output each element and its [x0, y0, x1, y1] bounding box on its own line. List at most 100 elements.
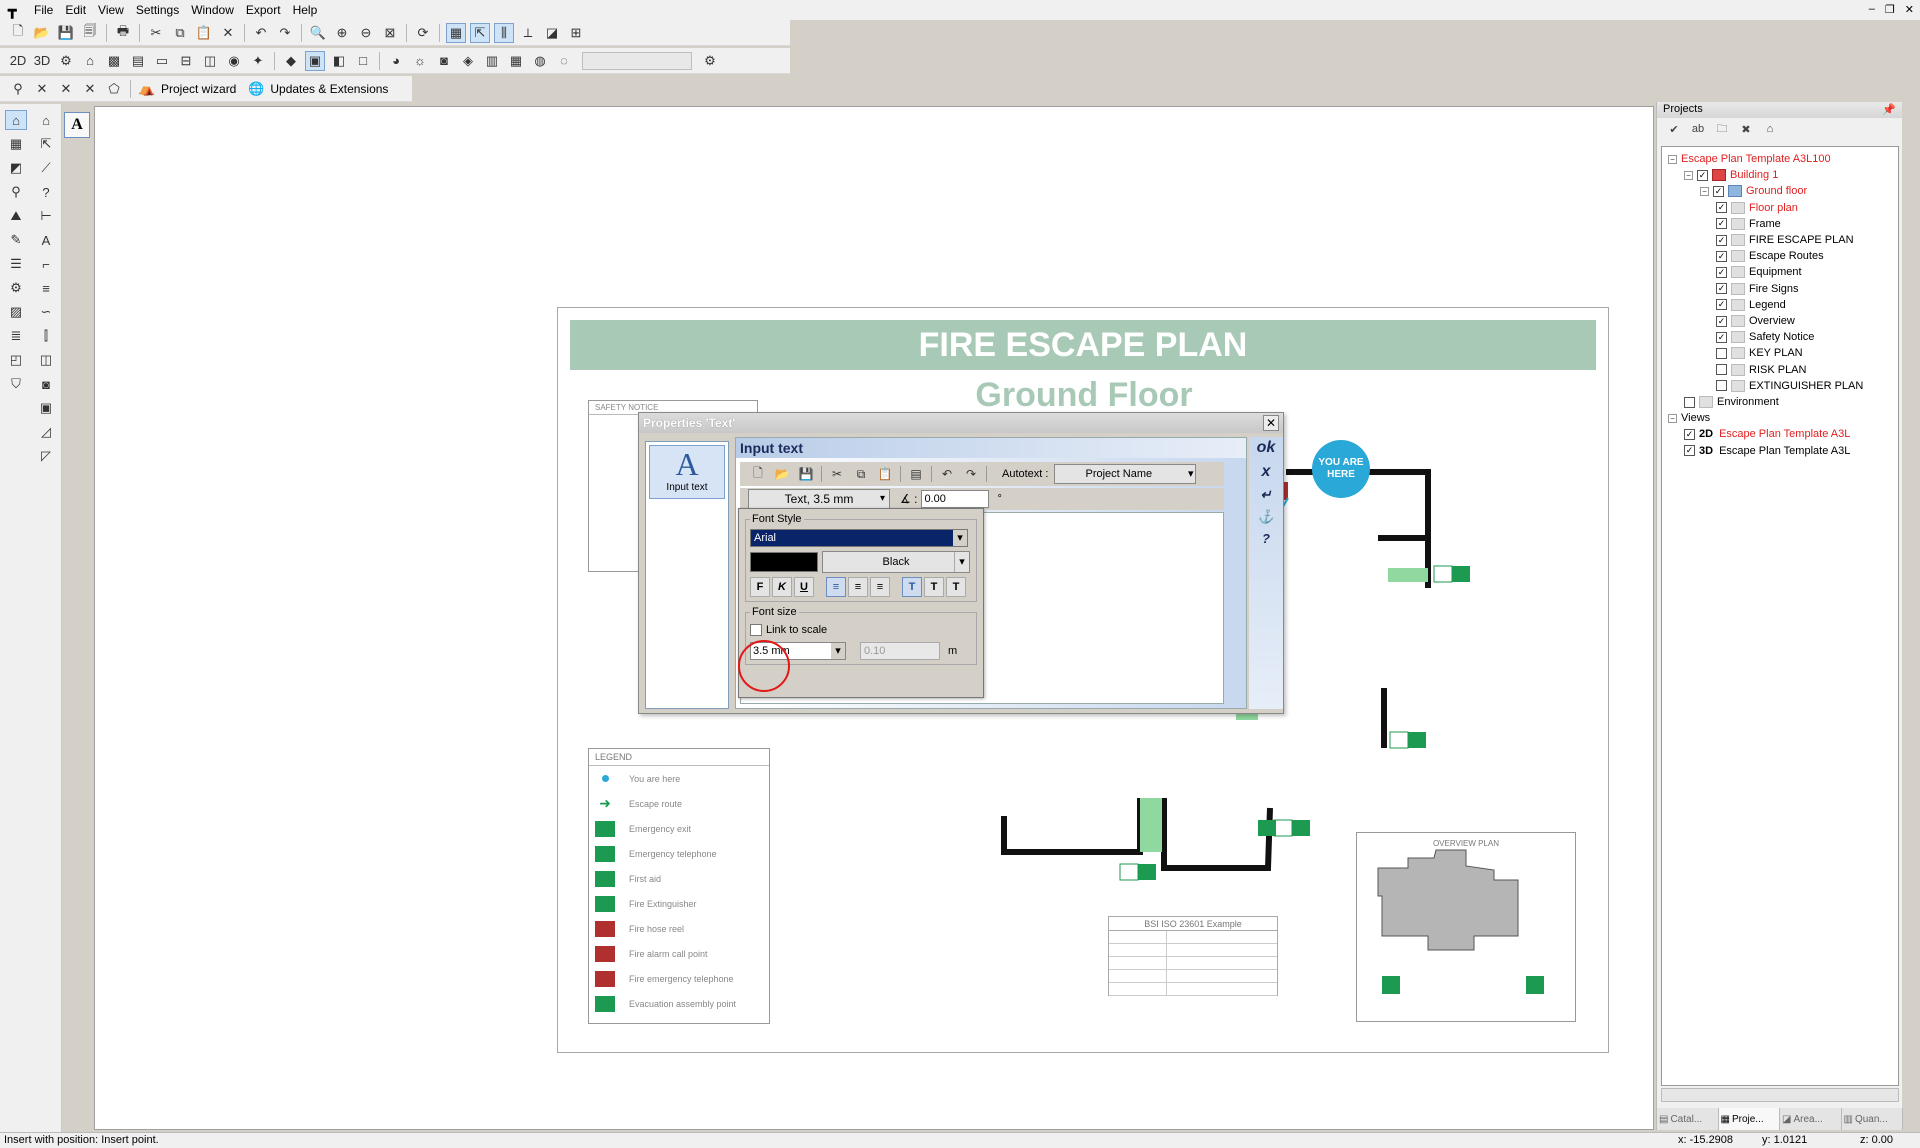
- gear-icon[interactable]: ⚙: [5, 278, 27, 298]
- terrain-icon[interactable]: ⛰: [5, 206, 27, 226]
- building-plan-icon[interactable]: ⌂: [35, 110, 57, 130]
- visibility-checkbox[interactable]: ✓: [1684, 445, 1695, 457]
- paste-text-icon[interactable]: 📋: [875, 465, 895, 483]
- snap-icon[interactable]: ⇱: [470, 22, 490, 43]
- project-wizard-button[interactable]: Project wizard: [161, 82, 236, 96]
- line-cross2-icon[interactable]: ✕: [56, 79, 76, 99]
- section-icon[interactable]: ▥: [482, 51, 502, 71]
- legend-box[interactable]: LEGEND You are here ➜ Escape route Emergenc…: [588, 748, 770, 1024]
- sun-icon[interactable]: ◌: [554, 51, 574, 71]
- object-icon[interactable]: ◙: [35, 374, 57, 394]
- menu-export[interactable]: Export: [240, 3, 287, 17]
- menu-view[interactable]: View: [92, 3, 130, 17]
- pipe-icon[interactable]: ⚲: [5, 182, 27, 202]
- tab-projects[interactable]: ▦ Proje...: [1718, 1108, 1780, 1130]
- stack-icon[interactable]: ≣: [5, 326, 27, 346]
- close-icon[interactable]: ✕: [1905, 3, 1914, 16]
- valign-middle-icon[interactable]: T: [924, 577, 944, 597]
- anchor-icon[interactable]: ⚓: [1251, 509, 1281, 525]
- visibility-checkbox[interactable]: ✓: [1697, 169, 1708, 181]
- angle-input[interactable]: [921, 490, 990, 508]
- link-to-scale-label[interactable]: Link to scale: [766, 624, 827, 636]
- valign-bottom-icon[interactable]: T: [946, 577, 966, 597]
- valign-top-icon[interactable]: T: [902, 577, 922, 597]
- collapse-icon[interactable]: −: [1668, 413, 1677, 423]
- visibility-checkbox[interactable]: [1716, 364, 1727, 376]
- paste-icon[interactable]: 📋: [194, 23, 214, 43]
- visibility-checkbox[interactable]: ✓: [1716, 250, 1727, 262]
- redo-icon[interactable]: ↷: [275, 23, 295, 43]
- tree-node[interactable]: ✓ Legend: [1716, 297, 1786, 313]
- visibility-checkbox[interactable]: ✓: [1716, 331, 1727, 343]
- insert-text-icon[interactable]: ▤: [906, 465, 926, 483]
- autotext-combo[interactable]: Project Name: [1054, 464, 1197, 484]
- zoom-extents-icon[interactable]: ⊠: [380, 23, 400, 43]
- device-icon[interactable]: ▣: [35, 398, 57, 418]
- model-icon[interactable]: ⚙: [56, 51, 76, 71]
- cancel-button[interactable]: x: [1251, 463, 1281, 481]
- menu-help[interactable]: Help: [287, 3, 324, 17]
- dimension-icon[interactable]: ⊢: [35, 206, 57, 226]
- column-icon[interactable]: ⫿: [35, 326, 57, 346]
- font-family-select[interactable]: Arial: [750, 529, 968, 547]
- project-tree[interactable]: − Escape Plan Template A3L100− ✓ Building 1…: [1661, 146, 1899, 1086]
- overview-plan-box[interactable]: OVERVIEW PLAN: [1356, 832, 1576, 1022]
- tab-catalog[interactable]: ▤ Catal...: [1657, 1108, 1719, 1130]
- refresh-icon[interactable]: ⟳: [413, 23, 433, 43]
- open-folder-icon[interactable]: 📂: [32, 23, 52, 43]
- save-text-icon[interactable]: 💾: [796, 465, 816, 483]
- layers-icon[interactable]: ◰: [5, 350, 27, 370]
- catalog-icon[interactable]: ▤: [128, 51, 148, 71]
- wand-icon[interactable]: ✦: [248, 51, 268, 71]
- properties-icon[interactable]: ⊞: [566, 23, 586, 43]
- shape-icon[interactable]: ⬠: [104, 79, 124, 99]
- help-button[interactable]: ?: [1251, 531, 1281, 546]
- collapse-icon[interactable]: −: [1684, 170, 1693, 180]
- undo-text-icon[interactable]: ↶: [937, 465, 957, 483]
- visibility-checkbox[interactable]: [1684, 396, 1695, 408]
- roof-icon[interactable]: ◿: [35, 422, 57, 442]
- line-cross-icon[interactable]: ✕: [32, 79, 52, 99]
- fire-icon[interactable]: ◩: [5, 158, 27, 178]
- zoom-out-icon[interactable]: ⊖: [356, 23, 376, 43]
- save-icon[interactable]: 💾: [56, 23, 76, 43]
- dialog-close-button[interactable]: ✕: [1263, 415, 1279, 431]
- visibility-checkbox[interactable]: ✓: [1684, 428, 1695, 440]
- apply-button[interactable]: ↵: [1251, 487, 1281, 503]
- grid-icon[interactable]: ▦: [446, 22, 466, 43]
- split-h-icon[interactable]: ⊟: [176, 51, 196, 71]
- copy-icon[interactable]: ⧉: [170, 23, 190, 43]
- delete-project-icon[interactable]: ✖: [1737, 121, 1755, 137]
- link-to-scale-checkbox[interactable]: [750, 624, 762, 636]
- hidden-line-icon[interactable]: ◧: [329, 51, 349, 71]
- stairs2-icon[interactable]: ◸: [35, 446, 57, 466]
- italic-button[interactable]: K: [772, 577, 792, 597]
- building-icon[interactable]: ⌂: [80, 51, 100, 71]
- rename-icon[interactable]: ab: [1689, 121, 1707, 137]
- cut-text-icon[interactable]: ✂: [827, 465, 847, 483]
- minimize-icon[interactable]: –: [1869, 3, 1875, 16]
- new-file-icon[interactable]: 🗋: [8, 23, 28, 43]
- tree-node[interactable]: − ✓ Building 1: [1684, 167, 1778, 183]
- new-text-icon[interactable]: 🗋: [748, 465, 768, 483]
- tree-node[interactable]: KEY PLAN: [1716, 345, 1803, 361]
- light-icon[interactable]: ☼: [410, 51, 430, 71]
- image-icon[interactable]: ▨: [5, 302, 27, 322]
- wizard-hat-icon[interactable]: ⛺: [137, 79, 157, 99]
- shade-icon[interactable]: □: [353, 51, 373, 71]
- tree-node[interactable]: ✓ Overview: [1716, 313, 1795, 329]
- tab-area[interactable]: ◪ Area...: [1780, 1108, 1842, 1130]
- new-folder-icon[interactable]: 🗀: [1713, 121, 1731, 137]
- you-are-here-marker[interactable]: YOU ARE HERE: [1312, 440, 1370, 498]
- hatch-icon[interactable]: ≡: [35, 278, 57, 298]
- photo-icon[interactable]: ◙: [434, 51, 454, 71]
- door-icon[interactable]: ◫: [35, 350, 57, 370]
- window-icon[interactable]: ▭: [152, 51, 172, 71]
- align-right-icon[interactable]: ≡: [870, 577, 890, 597]
- save-all-icon[interactable]: 🗐: [80, 23, 100, 43]
- stairs-icon[interactable]: ⌐: [35, 254, 57, 274]
- menu-window[interactable]: Window: [185, 3, 240, 17]
- render-icon[interactable]: ◕: [386, 51, 406, 71]
- tree-node[interactable]: − Escape Plan Template A3L100: [1668, 151, 1831, 167]
- material-icon[interactable]: ◈: [458, 51, 478, 71]
